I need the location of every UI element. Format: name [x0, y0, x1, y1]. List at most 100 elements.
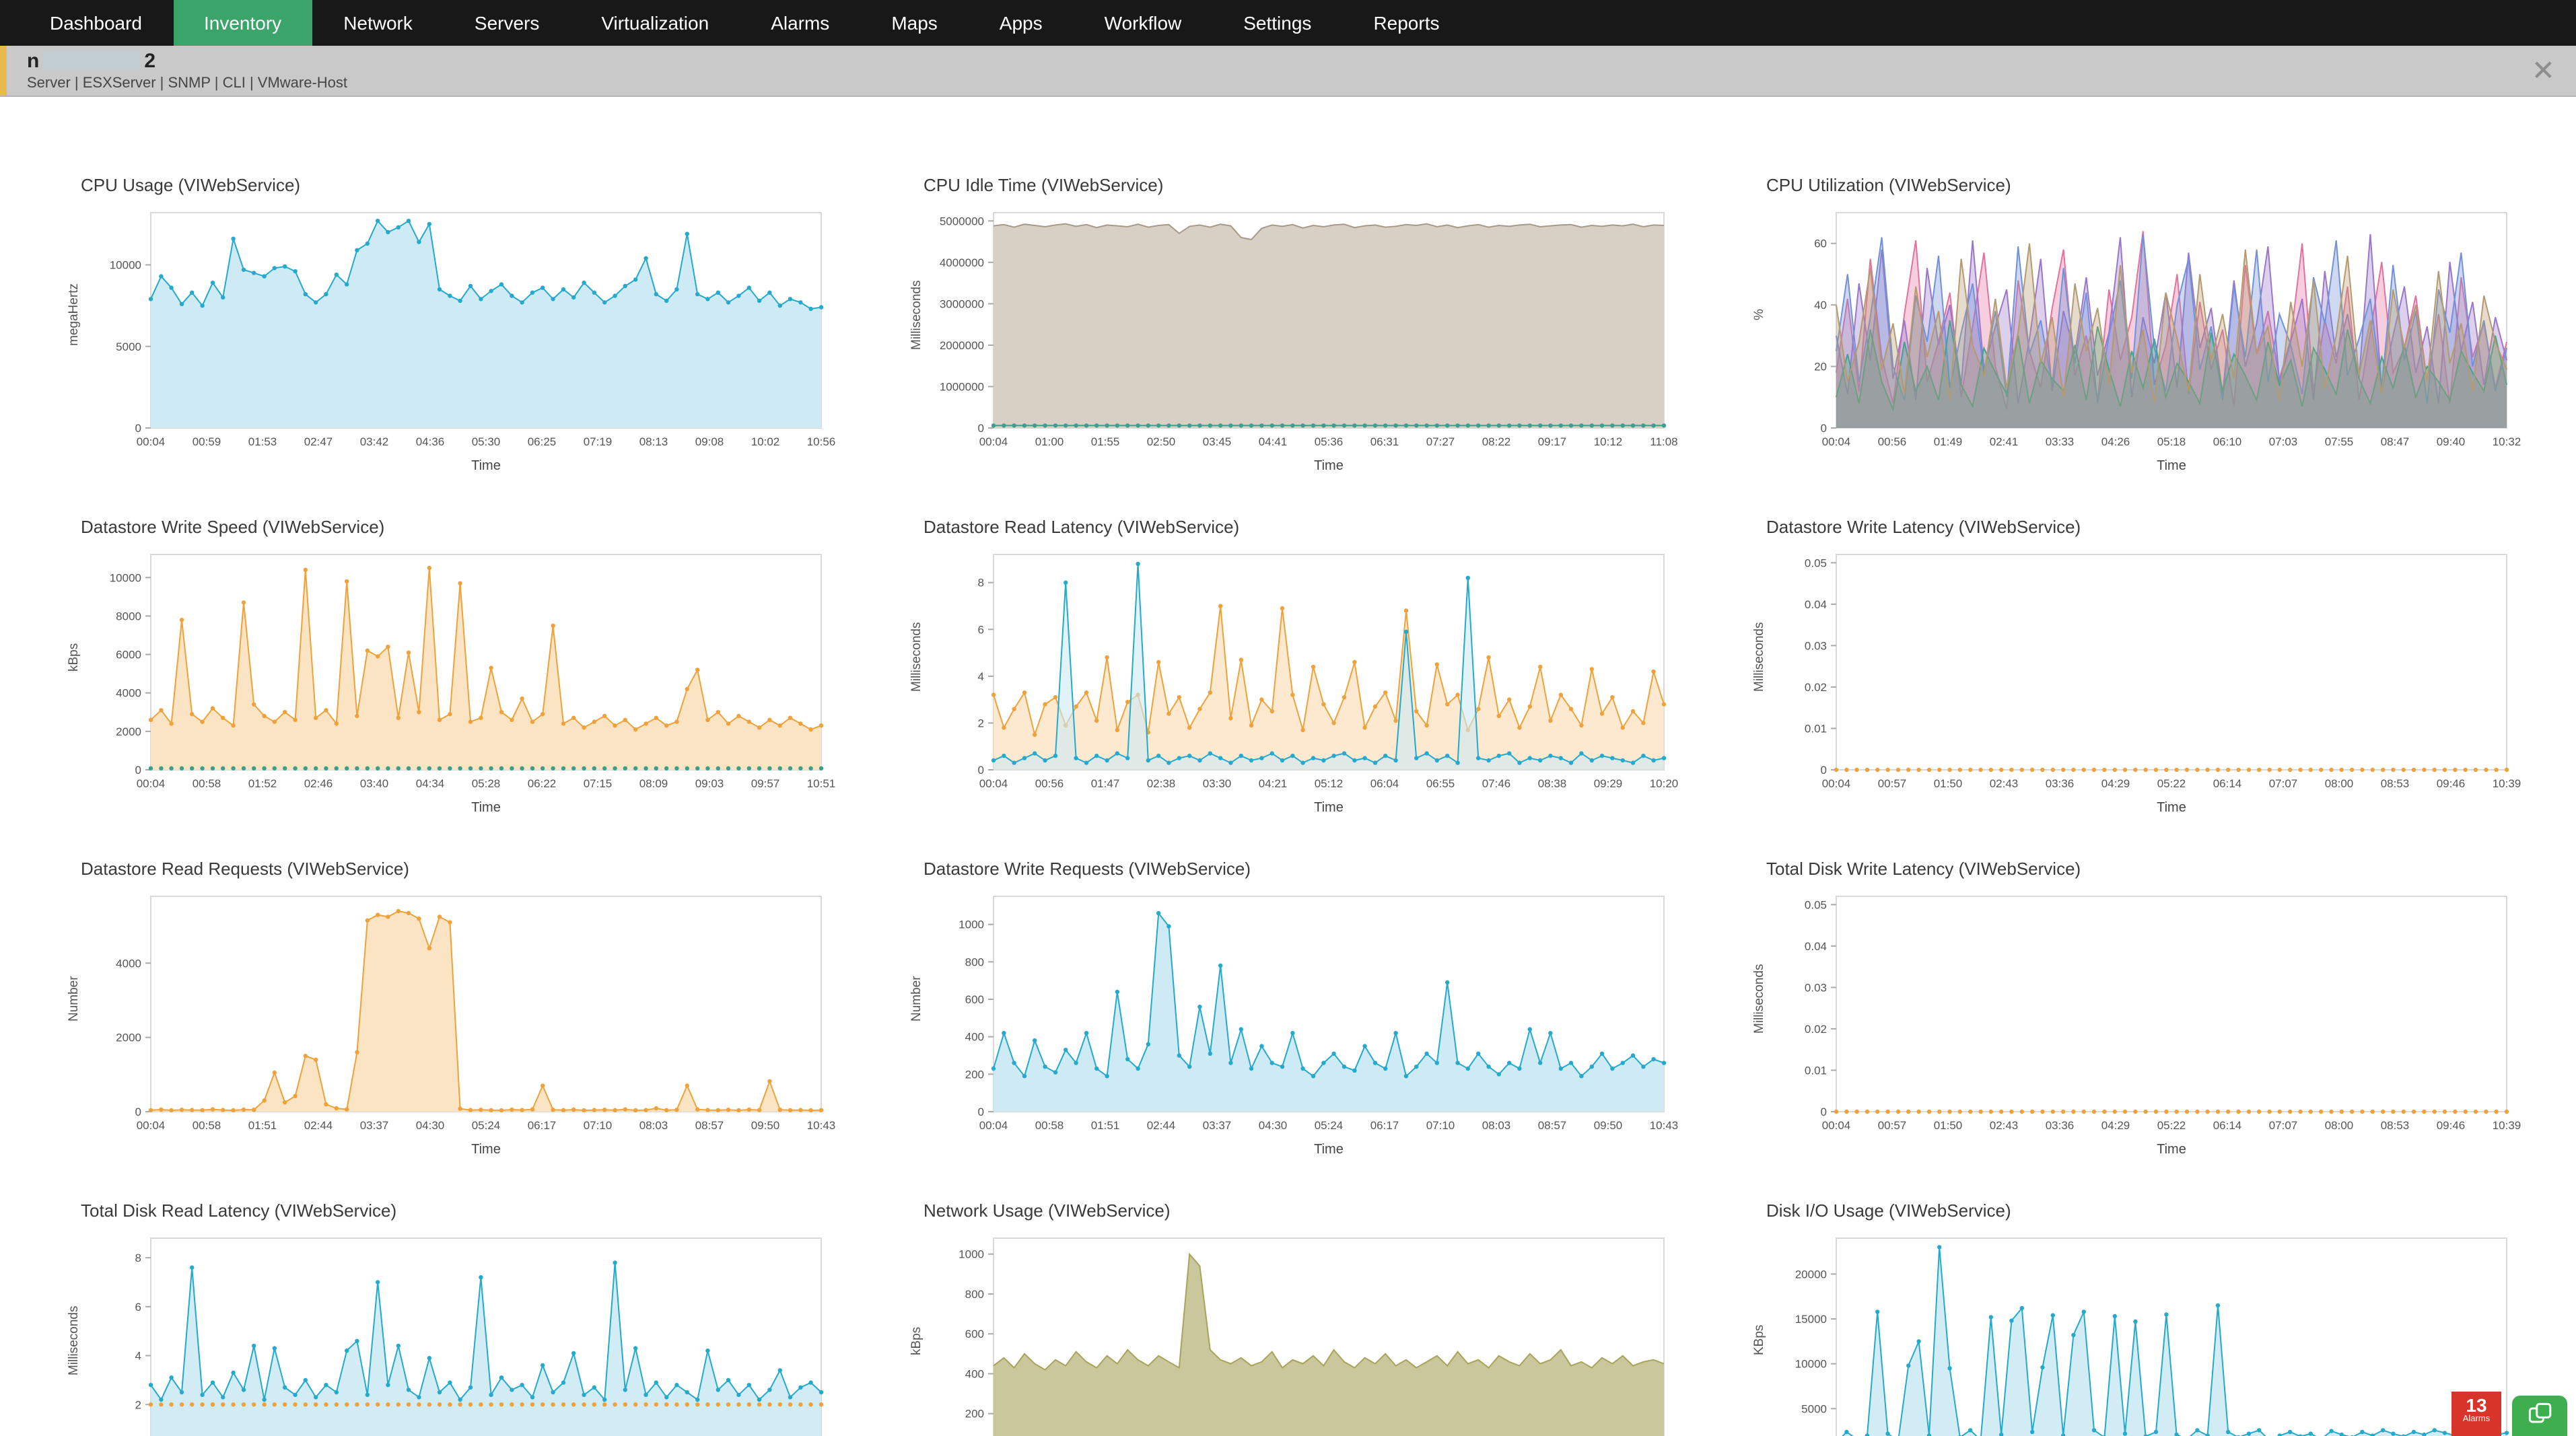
alarms-badge[interactable]: 13 Alarms — [2451, 1392, 2501, 1436]
host-title-prefix: n — [27, 50, 39, 71]
host-title-suffix: 2 — [144, 50, 155, 71]
svg-text:00:04: 00:04 — [1822, 435, 1851, 448]
svg-text:Time: Time — [471, 800, 501, 815]
svg-text:01:47: 01:47 — [1091, 777, 1120, 790]
svg-text:3000000: 3000000 — [940, 297, 984, 310]
nav-tab-workflow[interactable]: Workflow — [1074, 0, 1213, 46]
svg-text:03:30: 03:30 — [1203, 777, 1232, 790]
svg-text:600: 600 — [965, 1328, 984, 1340]
svg-text:06:14: 06:14 — [2213, 777, 2242, 790]
svg-text:800: 800 — [965, 956, 984, 968]
svg-text:0: 0 — [135, 764, 141, 777]
svg-text:6: 6 — [978, 623, 984, 636]
y-axis-label: Milliseconds — [907, 544, 926, 770]
svg-text:01:49: 01:49 — [1934, 435, 1963, 448]
svg-text:00:04: 00:04 — [979, 1119, 1008, 1132]
svg-text:06:31: 06:31 — [1370, 435, 1399, 448]
svg-text:08:00: 08:00 — [2325, 1119, 2354, 1132]
chart-title: CPU Utilization (VIWebService) — [1766, 175, 2558, 195]
nav-tab-inventory[interactable]: Inventory — [173, 0, 312, 46]
svg-text:07:46: 07:46 — [1482, 777, 1511, 790]
svg-text:0: 0 — [135, 422, 141, 435]
svg-text:00:57: 00:57 — [1878, 1119, 1907, 1132]
chart-card-datastore-write-requests: Datastore Write Requests (VIWebService) … — [907, 859, 1715, 1165]
svg-text:5000000: 5000000 — [940, 215, 984, 227]
redacted-host-name — [43, 51, 140, 70]
chart-card-total-disk-write-latency: Total Disk Write Latency (VIWebService) … — [1750, 859, 2558, 1165]
svg-text:03:40: 03:40 — [360, 777, 389, 790]
svg-text:10:39: 10:39 — [2493, 777, 2521, 790]
chart-plot[interactable]: 00.010.020.030.040.0500:0400:5701:5002:4… — [1769, 886, 2523, 1165]
svg-text:0.05: 0.05 — [1805, 898, 1827, 911]
svg-text:0.03: 0.03 — [1805, 981, 1827, 994]
nav-tab-apps[interactable]: Apps — [969, 0, 1074, 46]
chart-plot[interactable]: 020406000:0400:5601:4902:4103:3304:2605:… — [1769, 202, 2523, 482]
svg-text:0.05: 0.05 — [1805, 557, 1827, 569]
nav-tab-reports[interactable]: Reports — [1342, 0, 1470, 46]
chart-title: CPU Usage (VIWebService) — [81, 175, 872, 195]
svg-text:Time: Time — [2157, 1142, 2186, 1157]
svg-text:09:46: 09:46 — [2437, 1119, 2466, 1132]
svg-text:06:04: 06:04 — [1370, 777, 1399, 790]
svg-text:08:47: 08:47 — [2381, 435, 2410, 448]
svg-text:40: 40 — [1814, 299, 1827, 312]
svg-text:00:04: 00:04 — [137, 777, 166, 790]
svg-text:1000: 1000 — [959, 919, 984, 931]
chart-plot[interactable]: 0246800:0400:5601:4702:3803:3004:2105:12… — [926, 544, 1680, 824]
svg-text:07:07: 07:07 — [2269, 1119, 2298, 1132]
chart-plot[interactable]: 0200400600800100000:0400:5801:5102:4403:… — [926, 886, 1680, 1165]
svg-text:09:29: 09:29 — [1594, 777, 1623, 790]
nav-tab-alarms[interactable]: Alarms — [740, 0, 860, 46]
y-axis-label: Milliseconds — [1750, 886, 1769, 1112]
svg-text:04:29: 04:29 — [2101, 1119, 2130, 1132]
feedback-widget-button[interactable] — [2512, 1396, 2567, 1436]
svg-text:03:45: 03:45 — [1203, 435, 1232, 448]
svg-text:00:56: 00:56 — [1878, 435, 1907, 448]
chart-plot[interactable]: 01000000200000030000004000000500000000:0… — [926, 202, 1680, 482]
close-icon[interactable]: ✕ — [2532, 57, 2555, 85]
svg-text:1000: 1000 — [959, 1248, 984, 1261]
svg-text:10:43: 10:43 — [807, 1119, 836, 1132]
svg-text:4000000: 4000000 — [940, 256, 984, 269]
svg-text:08:22: 08:22 — [1482, 435, 1511, 448]
svg-text:08:53: 08:53 — [2381, 777, 2410, 790]
svg-text:08:53: 08:53 — [2381, 1119, 2410, 1132]
nav-tab-servers[interactable]: Servers — [444, 0, 570, 46]
svg-text:4: 4 — [135, 1350, 141, 1363]
nav-tab-settings[interactable]: Settings — [1212, 0, 1342, 46]
chart-card-cpu-idle-time: CPU Idle Time (VIWebService) Millisecond… — [907, 175, 1715, 482]
svg-text:01:00: 01:00 — [1035, 435, 1064, 448]
y-axis-label: Milliseconds — [907, 202, 926, 428]
chart-title: Datastore Write Requests (VIWebService) — [924, 859, 1715, 879]
chart-card-disk-io-usage: Disk I/O Usage (VIWebService) KBps 05000… — [1750, 1200, 2558, 1436]
svg-text:07:07: 07:07 — [2269, 777, 2298, 790]
svg-text:05:28: 05:28 — [472, 777, 501, 790]
chart-plot[interactable]: 02468 — [83, 1227, 837, 1436]
svg-text:09:50: 09:50 — [751, 1119, 780, 1132]
chart-card-datastore-write-latency: Datastore Write Latency (VIWebService) M… — [1750, 517, 2558, 824]
svg-text:07:15: 07:15 — [584, 777, 613, 790]
svg-text:2: 2 — [135, 1398, 141, 1411]
chart-plot[interactable]: 00.010.020.030.040.0500:0400:5701:5002:4… — [1769, 544, 2523, 824]
nav-tab-maps[interactable]: Maps — [860, 0, 968, 46]
svg-text:00:58: 00:58 — [193, 1119, 221, 1132]
svg-text:08:00: 08:00 — [2325, 777, 2354, 790]
nav-tab-virtualization[interactable]: Virtualization — [570, 0, 740, 46]
chart-plot[interactable]: 020004000600080001000000:0400:5801:5202:… — [83, 544, 837, 824]
svg-text:08:09: 08:09 — [639, 777, 668, 790]
nav-tab-dashboard[interactable]: Dashboard — [19, 0, 173, 46]
chart-plot[interactable]: 050001000000:0400:5901:5302:4703:4204:36… — [83, 202, 837, 482]
svg-text:15000: 15000 — [1795, 1313, 1827, 1326]
svg-text:4000: 4000 — [116, 687, 141, 700]
svg-text:0.01: 0.01 — [1805, 1064, 1827, 1077]
host-categories: Server | ESXServer | SNMP | CLI | VMware… — [27, 75, 2576, 91]
svg-text:06:14: 06:14 — [2213, 1119, 2242, 1132]
chart-plot[interactable]: 02004006008001000 — [926, 1227, 1680, 1436]
chart-plot[interactable]: 05000100001500020000 — [1769, 1227, 2523, 1436]
svg-text:02:41: 02:41 — [1990, 435, 2019, 448]
svg-text:2: 2 — [978, 717, 984, 729]
svg-text:10000: 10000 — [1795, 1358, 1827, 1371]
chart-plot[interactable]: 02000400000:0400:5801:5102:4403:3704:300… — [83, 886, 837, 1165]
svg-text:05:30: 05:30 — [472, 435, 501, 448]
nav-tab-network[interactable]: Network — [312, 0, 444, 46]
